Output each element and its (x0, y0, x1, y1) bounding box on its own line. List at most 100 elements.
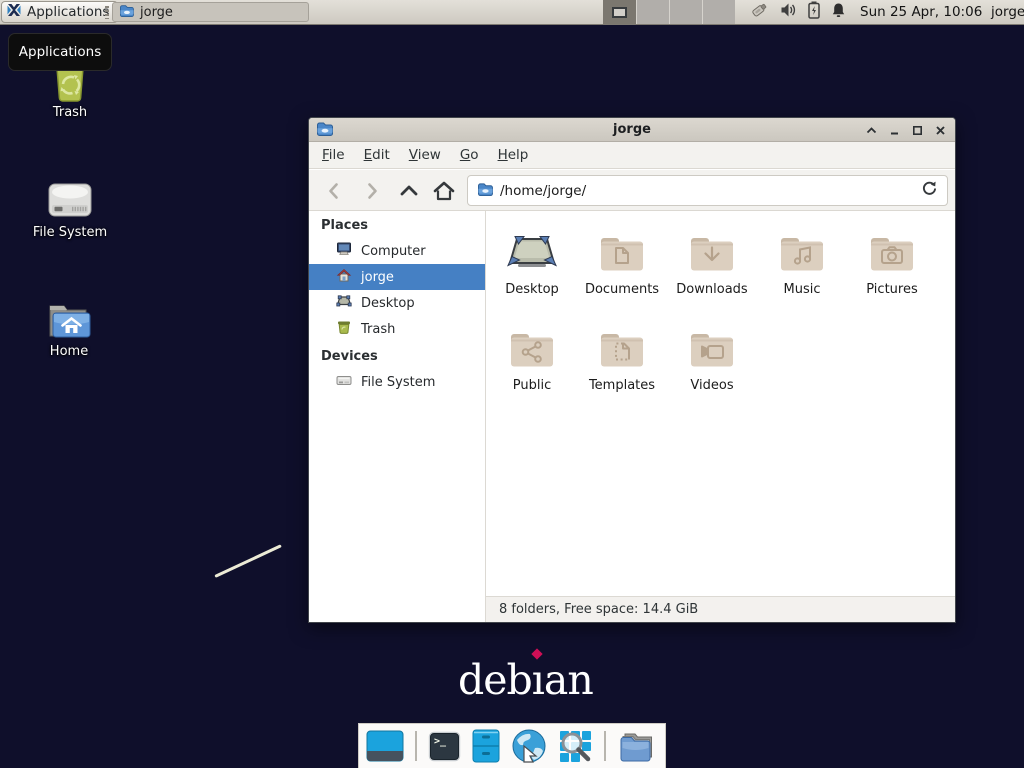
files-main: Desktop (486, 211, 955, 622)
sidebar-item-trash[interactable]: Trash (309, 316, 485, 342)
file-label: Downloads (676, 282, 747, 297)
file-item-videos[interactable]: Videos (667, 321, 757, 417)
menu-help[interactable]: Help (498, 147, 529, 163)
file-label: Documents (585, 282, 659, 297)
desktop-icon-label[interactable]: Trash (10, 105, 130, 120)
folder-icon (119, 4, 134, 21)
sidebar-item-label: Trash (361, 322, 395, 337)
maximize-button[interactable] (910, 123, 925, 138)
file-item-documents[interactable]: Documents (577, 225, 667, 321)
sidebar-item-label: File System (361, 375, 435, 390)
titlebar[interactable]: jorge (309, 118, 955, 142)
file-item-pictures[interactable]: Pictures (847, 225, 937, 321)
shade-button[interactable] (864, 123, 879, 138)
folder-downloads-icon (686, 225, 738, 273)
file-label: Videos (690, 378, 733, 393)
sidebar-item-jorge[interactable]: jorge (309, 264, 485, 290)
window-content: Places Computer (309, 211, 955, 622)
workspace-window-thumb (612, 7, 627, 18)
clock-text: Sun 25 Apr, 10:06 (860, 4, 982, 20)
sidebar-header-devices: Devices (309, 342, 485, 369)
path-bar[interactable]: /home/jorge/ (467, 175, 948, 206)
debian-wordmark: debıan (458, 660, 593, 701)
stylus-icon[interactable] (749, 0, 769, 24)
address-text[interactable]: /home/jorge/ (500, 183, 914, 199)
panel-user-label[interactable]: jorge (991, 0, 1024, 24)
file-item-public[interactable]: Public (487, 321, 577, 417)
files-grid: Desktop (487, 225, 937, 417)
forward-button[interactable] (359, 178, 385, 204)
sidebar-item-label: jorge (361, 270, 394, 285)
desktop-launcher-icon[interactable] (366, 730, 404, 762)
sidebar-item-file-system[interactable]: File System (309, 369, 485, 395)
menu-edit[interactable]: Edit (364, 147, 390, 163)
panel-clock[interactable]: Sun 25 Apr, 10:06 (860, 0, 982, 24)
home-icon (336, 267, 352, 287)
panel-separator-handle (105, 6, 109, 19)
notifications-bell-icon[interactable] (831, 2, 846, 22)
home-folder-dock-icon[interactable] (617, 730, 655, 762)
menubar: File Edit View Go Help (309, 142, 955, 169)
file-label: Music (784, 282, 821, 297)
applications-tooltip: Applications (8, 33, 112, 71)
menu-go[interactable]: Go (460, 147, 479, 163)
home-button[interactable] (431, 178, 457, 204)
toolbar: /home/jorge/ (309, 170, 955, 211)
desktop-icon-label[interactable]: File System (10, 225, 130, 240)
files-area[interactable]: Desktop (486, 211, 955, 596)
desktop-surface-icon (506, 225, 558, 273)
menu-file[interactable]: File (322, 147, 345, 163)
web-browser-icon[interactable] (511, 728, 547, 764)
up-button[interactable] (396, 178, 422, 204)
sidebar-item-computer[interactable]: Computer (309, 238, 485, 264)
trash-icon (336, 319, 352, 339)
file-label: Templates (589, 378, 655, 393)
file-manager-icon[interactable] (472, 729, 500, 763)
file-item-downloads[interactable]: Downloads (667, 225, 757, 321)
dock: >_ (358, 723, 666, 768)
applications-menu-button[interactable]: Applications (1, 1, 118, 23)
file-label: Public (513, 378, 551, 393)
application-finder-icon[interactable] (558, 729, 593, 764)
workspace-2[interactable] (636, 0, 669, 24)
folder-music-icon (776, 225, 828, 273)
sidebar-header-places: Places (309, 211, 485, 238)
file-item-music[interactable]: Music (757, 225, 847, 321)
reload-icon[interactable] (921, 180, 938, 201)
workspace-1[interactable] (603, 0, 636, 24)
back-button[interactable] (321, 178, 347, 204)
sidebar: Places Computer (309, 211, 486, 622)
folder-public-icon (506, 321, 558, 369)
minimize-button[interactable] (887, 123, 902, 138)
home-folder-icon[interactable] (44, 298, 94, 348)
top-panel: Applications jorge (0, 0, 1024, 25)
desktop-icon (336, 293, 352, 313)
taskbar-window-label: jorge (140, 5, 173, 20)
terminal-emulator-icon[interactable]: >_ (428, 731, 461, 762)
harddisk-icon[interactable] (46, 179, 94, 227)
folder-templates-icon (596, 321, 648, 369)
taskbar-window-button[interactable]: jorge (112, 2, 309, 22)
workspace-3[interactable] (669, 0, 702, 24)
svg-text:>_: >_ (434, 736, 447, 747)
workspace-4[interactable] (702, 0, 735, 24)
desktop-icon-label[interactable]: Home (9, 344, 129, 359)
file-label: Desktop (505, 282, 559, 297)
tooltip-text: Applications (19, 44, 101, 60)
wordmark-pre: deb (458, 656, 532, 704)
file-item-desktop[interactable]: Desktop (487, 225, 577, 321)
folder-videos-icon (686, 321, 738, 369)
workspace-switcher (603, 0, 735, 24)
window-title: jorge (309, 118, 955, 142)
close-button[interactable] (933, 123, 948, 138)
battery-charging-icon[interactable] (808, 1, 820, 23)
file-item-templates[interactable]: Templates (577, 321, 667, 417)
menu-view[interactable]: View (409, 147, 441, 163)
volume-icon[interactable] (780, 2, 797, 22)
xfce-logo-icon (6, 2, 22, 22)
file-label: Pictures (866, 282, 917, 297)
status-bar: 8 folders, Free space: 14.4 GiB (486, 596, 955, 622)
folder-pictures-icon (866, 225, 918, 273)
sidebar-item-desktop[interactable]: Desktop (309, 290, 485, 316)
dock-separator (604, 731, 606, 761)
